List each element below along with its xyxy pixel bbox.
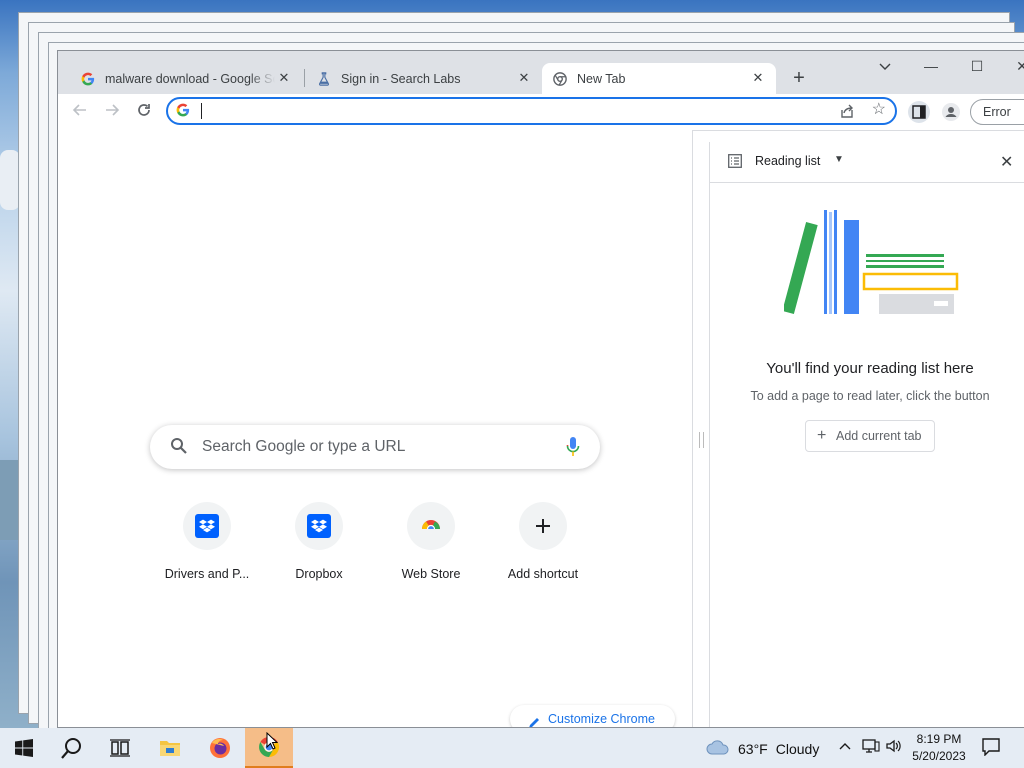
volume-icon[interactable] xyxy=(885,738,903,757)
shortcut-label: Web Store xyxy=(401,567,461,581)
plus-icon xyxy=(519,502,567,550)
new-tab-page: Search Google or type a URL Drivers and … xyxy=(58,130,693,727)
weather-condition: Cloudy xyxy=(775,740,820,757)
chevron-up-icon[interactable] xyxy=(839,738,851,757)
google-g-icon xyxy=(176,103,192,119)
plus-icon: + xyxy=(817,427,827,444)
shortcut-dropbox[interactable]: Dropbox xyxy=(263,502,375,581)
firefox-icon[interactable] xyxy=(196,728,244,768)
dropbox-icon xyxy=(295,502,343,550)
profile-icon[interactable] xyxy=(940,101,962,123)
shortcut-drivers[interactable]: Drivers and P... xyxy=(151,502,263,581)
empty-state-title: You'll find your reading list here xyxy=(766,360,974,377)
tab-title: Sign in - Search Labs xyxy=(341,71,461,86)
chrome-window: malware download - Google Search ✕ Sign … xyxy=(57,50,1024,728)
clock-time: 8:19 PM xyxy=(916,732,962,746)
forward-button[interactable] xyxy=(101,102,123,122)
add-current-tab-button[interactable]: + Add current tab xyxy=(805,420,935,452)
reading-list-panel: Reading list ▼ ✕ You'll find your readin… xyxy=(709,142,1024,727)
side-panel-header: Reading list ▼ ✕ xyxy=(710,142,1024,183)
new-tab-button[interactable]: + xyxy=(788,67,810,89)
maximize-button[interactable]: ☐ xyxy=(966,57,988,75)
close-window-button[interactable]: ✕ xyxy=(1011,57,1024,75)
close-tab-icon[interactable]: ✕ xyxy=(750,70,766,86)
microphone-icon[interactable] xyxy=(566,436,580,458)
close-tab-icon[interactable]: ✕ xyxy=(516,70,532,86)
start-button[interactable] xyxy=(0,728,48,768)
file-explorer-icon[interactable] xyxy=(146,728,194,768)
search-icon xyxy=(170,437,188,455)
system-clock[interactable]: 8:19 PM 5/20/2023 xyxy=(904,731,974,765)
tab-search-chevron-icon[interactable] xyxy=(874,57,896,75)
tab-strip: malware download - Google Search ✕ Sign … xyxy=(58,51,1024,94)
tab-new-tab[interactable]: New Tab ✕ xyxy=(542,63,776,94)
list-icon xyxy=(728,154,742,168)
search-placeholder: Search Google or type a URL xyxy=(202,438,406,455)
customize-label: Customize Chrome xyxy=(548,712,655,726)
chrome-icon xyxy=(552,71,568,87)
text-caret xyxy=(201,103,202,119)
clock-date: 5/20/2023 xyxy=(912,749,966,763)
google-g-icon xyxy=(80,71,96,87)
empty-state-description: To add a page to read later, click the b… xyxy=(750,389,990,403)
shortcut-label: Dropbox xyxy=(295,567,343,581)
network-icon[interactable] xyxy=(862,738,880,757)
labs-flask-icon xyxy=(316,71,332,87)
search-button[interactable] xyxy=(48,728,96,768)
pencil-icon xyxy=(527,712,541,727)
address-bar[interactable]: ☆ xyxy=(166,97,897,125)
reading-list-illustration xyxy=(782,208,959,318)
task-view-icon[interactable] xyxy=(96,728,144,768)
tab-malware-download[interactable]: malware download - Google Search ✕ xyxy=(70,63,302,94)
chrome-web-store-icon xyxy=(407,502,455,550)
tab-search-labs[interactable]: Sign in - Search Labs ✕ xyxy=(306,63,542,94)
shortcut-label: Add shortcut xyxy=(507,567,579,581)
weather-widget[interactable]: 63°F Cloudy xyxy=(706,739,819,758)
side-panel-title[interactable]: Reading list xyxy=(755,154,820,168)
profile-error-chip[interactable]: Error xyxy=(970,99,1024,125)
share-icon[interactable] xyxy=(839,103,855,119)
back-button[interactable] xyxy=(69,102,91,122)
shortcut-add[interactable]: Add shortcut xyxy=(487,502,599,581)
bookmark-star-icon[interactable]: ☆ xyxy=(872,101,886,119)
customize-chrome-button[interactable]: Customize Chrome xyxy=(510,705,675,727)
side-panel-button[interactable] xyxy=(908,101,930,123)
tab-title: New Tab xyxy=(577,71,626,86)
notification-icon[interactable] xyxy=(982,738,1000,757)
dropbox-icon xyxy=(183,502,231,550)
close-side-panel-icon[interactable]: ✕ xyxy=(1000,152,1013,172)
side-panel-resize-handle[interactable] xyxy=(699,432,704,448)
shortcut-label: Drivers and P... xyxy=(164,567,250,581)
mouse-cursor-icon xyxy=(266,731,279,750)
wallpaper-cloud xyxy=(0,150,20,210)
ntp-search-box[interactable]: Search Google or type a URL xyxy=(150,425,600,469)
reload-button[interactable] xyxy=(133,102,155,122)
dropdown-caret-icon[interactable]: ▼ xyxy=(834,154,844,165)
toolbar: ☆ Error xyxy=(58,94,1024,131)
weather-temperature: 63°F xyxy=(738,740,768,757)
wallpaper-sea xyxy=(0,460,20,540)
tab-title: malware download - Google Search xyxy=(105,71,275,86)
windows-taskbar: 63°F Cloudy 8:19 PM 5/20/2023 xyxy=(0,728,1024,768)
tab-separator xyxy=(304,69,305,87)
close-tab-icon[interactable]: ✕ xyxy=(276,70,292,86)
minimize-button[interactable]: — xyxy=(920,57,942,75)
shortcut-web-store[interactable]: Web Store xyxy=(375,502,487,581)
add-current-tab-label: Add current tab xyxy=(836,429,922,443)
cloud-icon xyxy=(706,739,730,758)
